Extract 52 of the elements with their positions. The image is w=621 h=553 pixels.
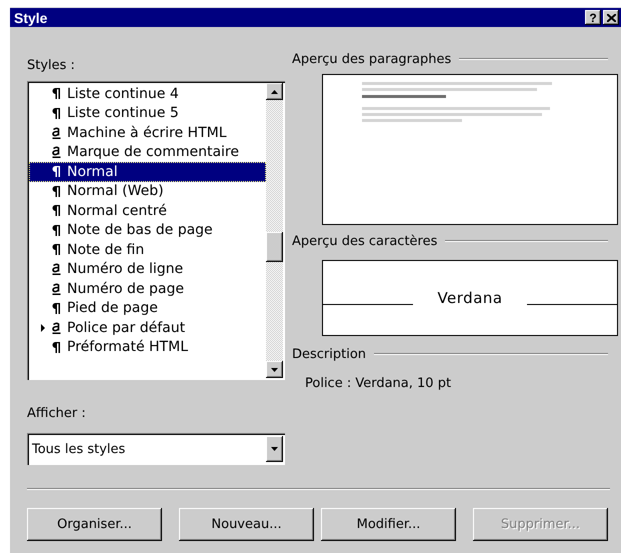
style-list-item[interactable]: Note de bas de page [29,220,266,240]
paragraph-icon [52,302,60,314]
style-list-item[interactable]: Machine à écrire HTML [29,123,266,142]
styles-label: Styles : [27,58,75,74]
character-icon [52,126,60,139]
character-preview-text: Verdana [437,289,503,307]
close-button[interactable] [603,10,619,25]
style-list-item[interactable]: Liste continue 4 [29,84,266,104]
scroll-thumb[interactable] [266,232,283,262]
character-preview-label: Aperçu des caractères [292,234,438,248]
style-list-item[interactable]: Normal centré [29,201,266,220]
caret-up-icon [271,90,278,94]
window-title: Style [14,10,48,26]
scrollbar[interactable] [266,83,283,378]
show-label: Afficher : [27,406,86,422]
style-list-item[interactable]: Liste continue 5 [29,104,266,123]
pointer-icon [41,324,45,332]
paragraph-preview-label: Aperçu des paragraphes [292,52,452,66]
paragraph-icon [52,166,60,178]
close-icon [606,14,616,22]
show-dropdown[interactable]: Tous les styles [27,433,285,465]
paragraph-icon [52,224,60,236]
character-icon [52,146,60,158]
style-list-item[interactable]: Préformaté HTML [29,338,266,357]
paragraph-icon [52,108,60,119]
style-list-item[interactable]: Numéro de page [29,279,266,298]
paragraph-icon [52,244,60,256]
style-list-item[interactable]: Normal [29,162,266,182]
paragraph-icon [52,88,60,100]
paragraph-icon [52,186,60,197]
scroll-down-button[interactable] [266,361,283,378]
caret-down-icon [271,368,278,372]
style-list-item[interactable]: Normal (Web) [29,182,266,201]
style-list-item[interactable]: Marque de commentaire [29,142,266,162]
paragraph-icon [52,205,60,216]
description-text: Police : Verdana, 10 pt [305,376,452,392]
character-icon [52,322,60,334]
dialog-button[interactable]: Modifier... [321,508,456,541]
description-label: Description [292,346,366,362]
caret-down-icon [271,447,278,451]
styles-list[interactable] [27,81,285,380]
style-list-item[interactable]: Numéro de ligne [29,260,266,279]
paragraph-icon [52,342,60,353]
scroll-up-button[interactable] [266,83,283,100]
dialog-button[interactable]: Nouveau... [179,508,314,541]
character-icon [52,263,60,276]
dialog-button[interactable]: Organiser... [27,508,162,541]
character-icon [52,282,60,295]
style-list-item[interactable]: Pied de page [29,298,266,318]
style-list-item[interactable]: Police par défaut [29,318,266,338]
help-button[interactable]: ? [585,10,601,25]
style-list-item[interactable]: Note de fin [29,240,266,260]
